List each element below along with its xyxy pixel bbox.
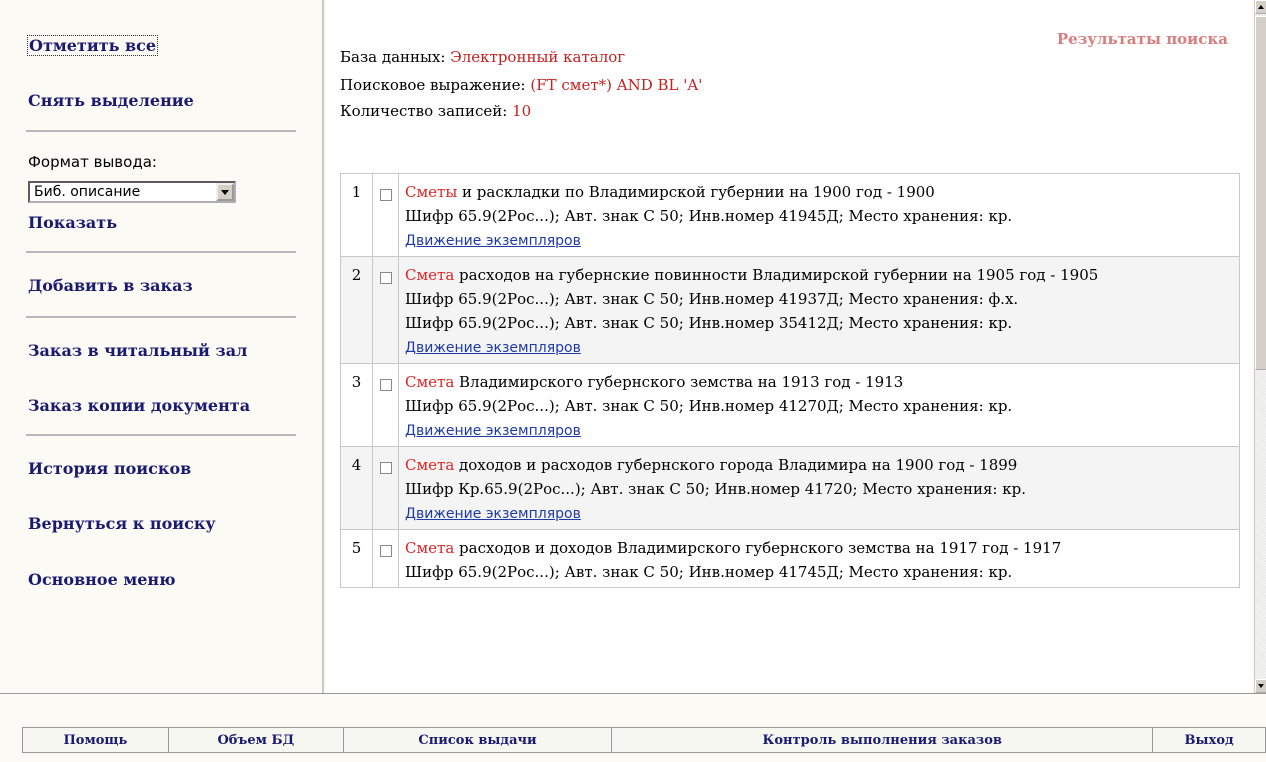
table-row: 5 Смета расходов и доходов Владимирского …: [340, 529, 1240, 588]
separator: [26, 434, 296, 436]
bottom-bar: Помощь Объем БД Список выдачи Контроль в…: [0, 693, 1266, 762]
records-table: 1 Сметы и раскладки по Владимирской губер…: [340, 173, 1240, 588]
scroll-up-icon[interactable]: [1255, 0, 1266, 14]
main-menu-link[interactable]: Основное меню: [28, 570, 176, 589]
loan-list-link[interactable]: Список выдачи: [342, 727, 613, 753]
title-rest: и раскладки по Владимирской губернии на …: [457, 183, 935, 201]
record-title: Смета расходов на губернские повинности …: [405, 263, 1233, 287]
mark-all-link[interactable]: Отметить все: [27, 35, 159, 56]
record-description: Смета Владимирского губернского земства …: [398, 363, 1240, 447]
title-highlight: Сметы: [405, 183, 458, 201]
record-checkbox[interactable]: [379, 462, 392, 474]
query-label: Поисковое выражение:: [340, 76, 531, 94]
count-value: 10: [512, 102, 532, 120]
scrollbar[interactable]: [1254, 0, 1266, 693]
back-to-search-link[interactable]: Вернуться к поиску: [28, 514, 216, 533]
title-highlight: Смета: [405, 266, 455, 284]
count-label: Количество записей:: [340, 102, 513, 120]
separator: [26, 130, 296, 132]
table-row: 1 Сметы и раскладки по Владимирской губер…: [340, 173, 1240, 257]
title-highlight: Смета: [405, 456, 455, 474]
holding-line: Шифр 65.9(2Рос...); Авт. знак С 50; Инв.…: [405, 397, 1013, 415]
format-selected-value: Биб. описание: [34, 184, 141, 200]
table-row: 3 Смета Владимирского губернского земства…: [340, 363, 1240, 447]
record-number: 3: [340, 363, 373, 447]
table-row: 4 Смета доходов и расходов губернского го…: [340, 446, 1240, 530]
database-value: Электронный каталог: [450, 48, 626, 66]
sidebar: Отметить все Снять выделение Формат выво…: [0, 0, 324, 693]
record-title: Смета расходов и доходов Владимирского г…: [405, 536, 1233, 560]
format-select[interactable]: Биб. описание: [28, 181, 236, 203]
count-line: Количество записей: 10: [340, 102, 531, 120]
show-link[interactable]: Показать: [28, 213, 117, 232]
page-title: Результаты поиска: [1056, 30, 1228, 48]
help-link[interactable]: Помощь: [22, 727, 169, 753]
holding-line: Шифр 65.9(2Рос...); Авт. знак С 50; Инв.…: [405, 314, 1013, 332]
record-checkbox[interactable]: [379, 272, 392, 284]
record-description: Смета расходов на губернские повинности …: [398, 256, 1240, 364]
database-line: База данных: Электронный каталог: [340, 48, 625, 66]
scroll-down-icon[interactable]: [1255, 679, 1266, 693]
chevron-down-icon[interactable]: [216, 183, 234, 201]
title-rest: расходов на губернские повинности Владим…: [454, 266, 1099, 284]
holding-line: Шифр 65.9(2Рос...); Авт. знак С 50; Инв.…: [405, 290, 1019, 308]
query-line: Поисковое выражение: (FT смет*) AND BL '…: [340, 76, 702, 94]
copy-movement-link[interactable]: Движение экземпляров: [405, 506, 581, 522]
holding-line: Шифр 65.9(2Рос...); Авт. знак С 50; Инв.…: [405, 563, 1013, 581]
scrollbar-thumb[interactable]: [1255, 16, 1266, 370]
holding-line: Шифр 65.9(2Рос...); Авт. знак С 50; Инв.…: [405, 207, 1013, 225]
copy-movement-link[interactable]: Движение экземпляров: [405, 233, 581, 249]
record-checkbox[interactable]: [379, 545, 392, 557]
add-to-order-link[interactable]: Добавить в заказ: [28, 276, 193, 295]
copy-movement-link[interactable]: Движение экземпляров: [405, 423, 581, 439]
db-volume-link[interactable]: Объем БД: [167, 727, 344, 753]
results-pane: Результаты поиска База данных: Электронн…: [326, 0, 1252, 693]
title-rest: расходов и доходов Владимирского губернс…: [454, 539, 1062, 557]
separator: [26, 251, 296, 253]
record-checkbox[interactable]: [379, 379, 392, 391]
format-label: Формат вывода:: [28, 153, 157, 171]
record-number: 2: [340, 256, 373, 364]
database-label: База данных:: [340, 48, 451, 66]
record-number: 5: [340, 529, 373, 588]
holding-line: Шифр Кр.65.9(2Рос...); Авт. знак С 50; И…: [405, 480, 1026, 498]
copy-movement-link[interactable]: Движение экземпляров: [405, 340, 581, 356]
copy-order-link[interactable]: Заказ копии документа: [28, 396, 250, 415]
reading-room-order-link[interactable]: Заказ в читальный зал: [28, 341, 247, 360]
record-description: Сметы и раскладки по Владимирской губерн…: [398, 173, 1240, 257]
record-number: 1: [340, 173, 373, 257]
title-rest: доходов и расходов губернского города Вл…: [454, 456, 1018, 474]
query-value: (FT смет*) AND BL 'A': [530, 76, 703, 94]
separator: [26, 316, 296, 318]
title-highlight: Смета: [405, 373, 455, 391]
title-highlight: Смета: [405, 539, 455, 557]
bottom-menu: Помощь Объем БД Список выдачи Контроль в…: [22, 727, 1266, 753]
exit-link[interactable]: Выход: [1152, 727, 1266, 753]
record-description: Смета доходов и расходов губернского гор…: [398, 446, 1240, 530]
record-description: Смета расходов и доходов Владимирского г…: [398, 529, 1240, 588]
title-rest: Владимирского губернского земства на 191…: [454, 373, 904, 391]
record-title: Смета Владимирского губернского земства …: [405, 370, 1233, 394]
record-number: 4: [340, 446, 373, 530]
table-row: 2 Смета расходов на губернские повинности…: [340, 256, 1240, 364]
clear-selection-link[interactable]: Снять выделение: [28, 91, 194, 110]
order-control-link[interactable]: Контроль выполнения заказов: [611, 727, 1154, 753]
record-checkbox[interactable]: [379, 189, 392, 201]
search-history-link[interactable]: История поисков: [28, 459, 191, 478]
record-title: Смета доходов и расходов губернского гор…: [405, 453, 1233, 477]
record-title: Сметы и раскладки по Владимирской губерн…: [405, 180, 1233, 204]
